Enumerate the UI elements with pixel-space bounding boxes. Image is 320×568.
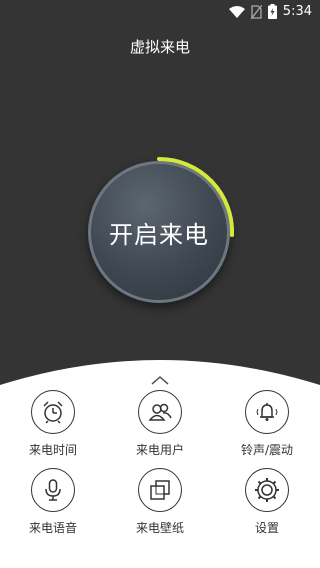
wifi-icon [228,5,245,18]
menu-item-label: 来电语音 [28,521,77,535]
menu-item-call-voice[interactable]: 来电语音 [0,468,106,536]
dial-label: 开启来电 [109,220,209,249]
battery-charging-icon [267,4,277,19]
menu-item-label: 来电壁纸 [135,521,184,535]
users-icon [138,390,182,434]
status-bar: 5:34 [0,0,320,24]
page-title: 虚拟来电 [129,38,190,56]
menu-item-label: 铃声/震动 [240,443,294,457]
alarm-clock-icon [31,390,75,434]
menu-item-settings[interactable]: 设置 [214,468,320,536]
microphone-icon [31,468,75,512]
menu-item-wallpaper[interactable]: 来电壁纸 [107,468,213,536]
start-call-button[interactable]: 开启来电 [84,157,234,307]
menu-item-call-time[interactable]: 来电时间 [0,390,106,458]
menu-item-label: 设置 [254,521,279,535]
menu-item-ringtone[interactable]: 铃声/震动 [214,390,320,458]
gear-icon [245,468,289,512]
no-sim-icon [250,4,262,19]
expand-chevron-icon[interactable] [150,370,170,389]
bell-icon [245,390,289,434]
menu-item-caller[interactable]: 来电用户 [107,390,213,458]
menu-item-label: 来电用户 [135,443,184,457]
menu-item-label: 来电时间 [28,443,77,457]
wallpaper-icon [138,468,182,512]
status-time: 5:34 [282,4,312,19]
